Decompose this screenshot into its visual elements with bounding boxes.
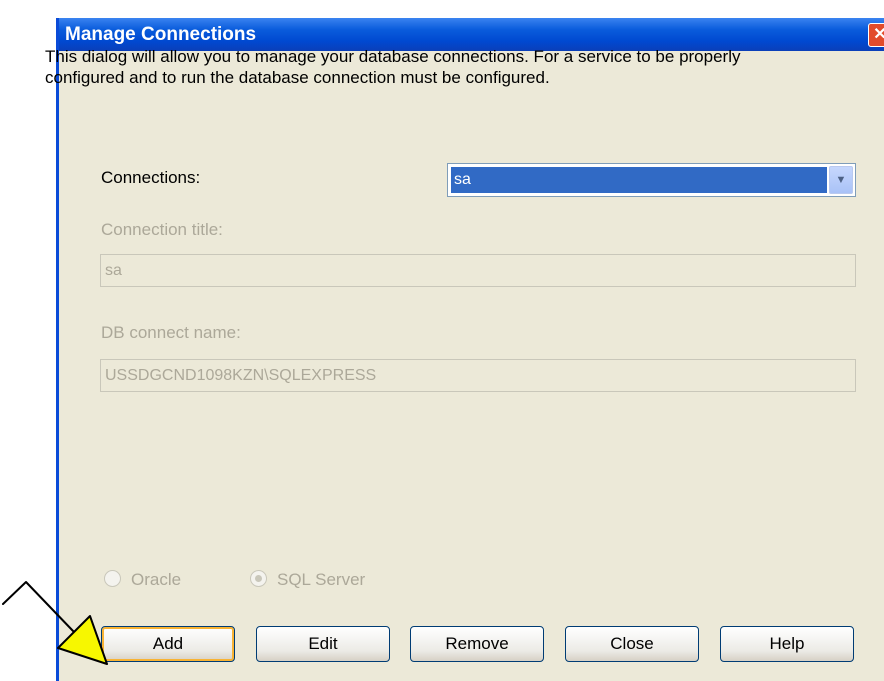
connections-dropdown[interactable]: sa ▼ <box>447 163 856 197</box>
sql-server-radio[interactable]: SQL Server <box>250 570 365 590</box>
sql-server-radio-label: SQL Server <box>277 570 366 589</box>
help-button[interactable]: Help <box>720 626 854 662</box>
connections-label: Connections: <box>101 168 201 187</box>
db-connect-name-field[interactable]: USSDGCND1098KZN\SQLEXPRESS <box>100 359 856 392</box>
close-window-icon[interactable]: ✕ <box>868 23 884 47</box>
db-connect-name-label: DB connect name: <box>101 323 241 342</box>
edit-button[interactable]: Edit <box>256 626 390 662</box>
radio-selected-icon <box>250 570 267 587</box>
description-text: This dialog will allow you to manage you… <box>45 47 741 87</box>
close-button[interactable]: Close <box>565 626 699 662</box>
connection-title-field[interactable]: sa <box>100 254 856 287</box>
chevron-down-icon[interactable]: ▼ <box>829 166 853 194</box>
annotation-arrow-icon <box>2 581 108 665</box>
connection-title-label: Connection title: <box>101 220 223 239</box>
remove-button[interactable]: Remove <box>410 626 544 662</box>
window-title: Manage Connections <box>65 24 257 45</box>
connections-selected-value: sa <box>451 167 827 193</box>
